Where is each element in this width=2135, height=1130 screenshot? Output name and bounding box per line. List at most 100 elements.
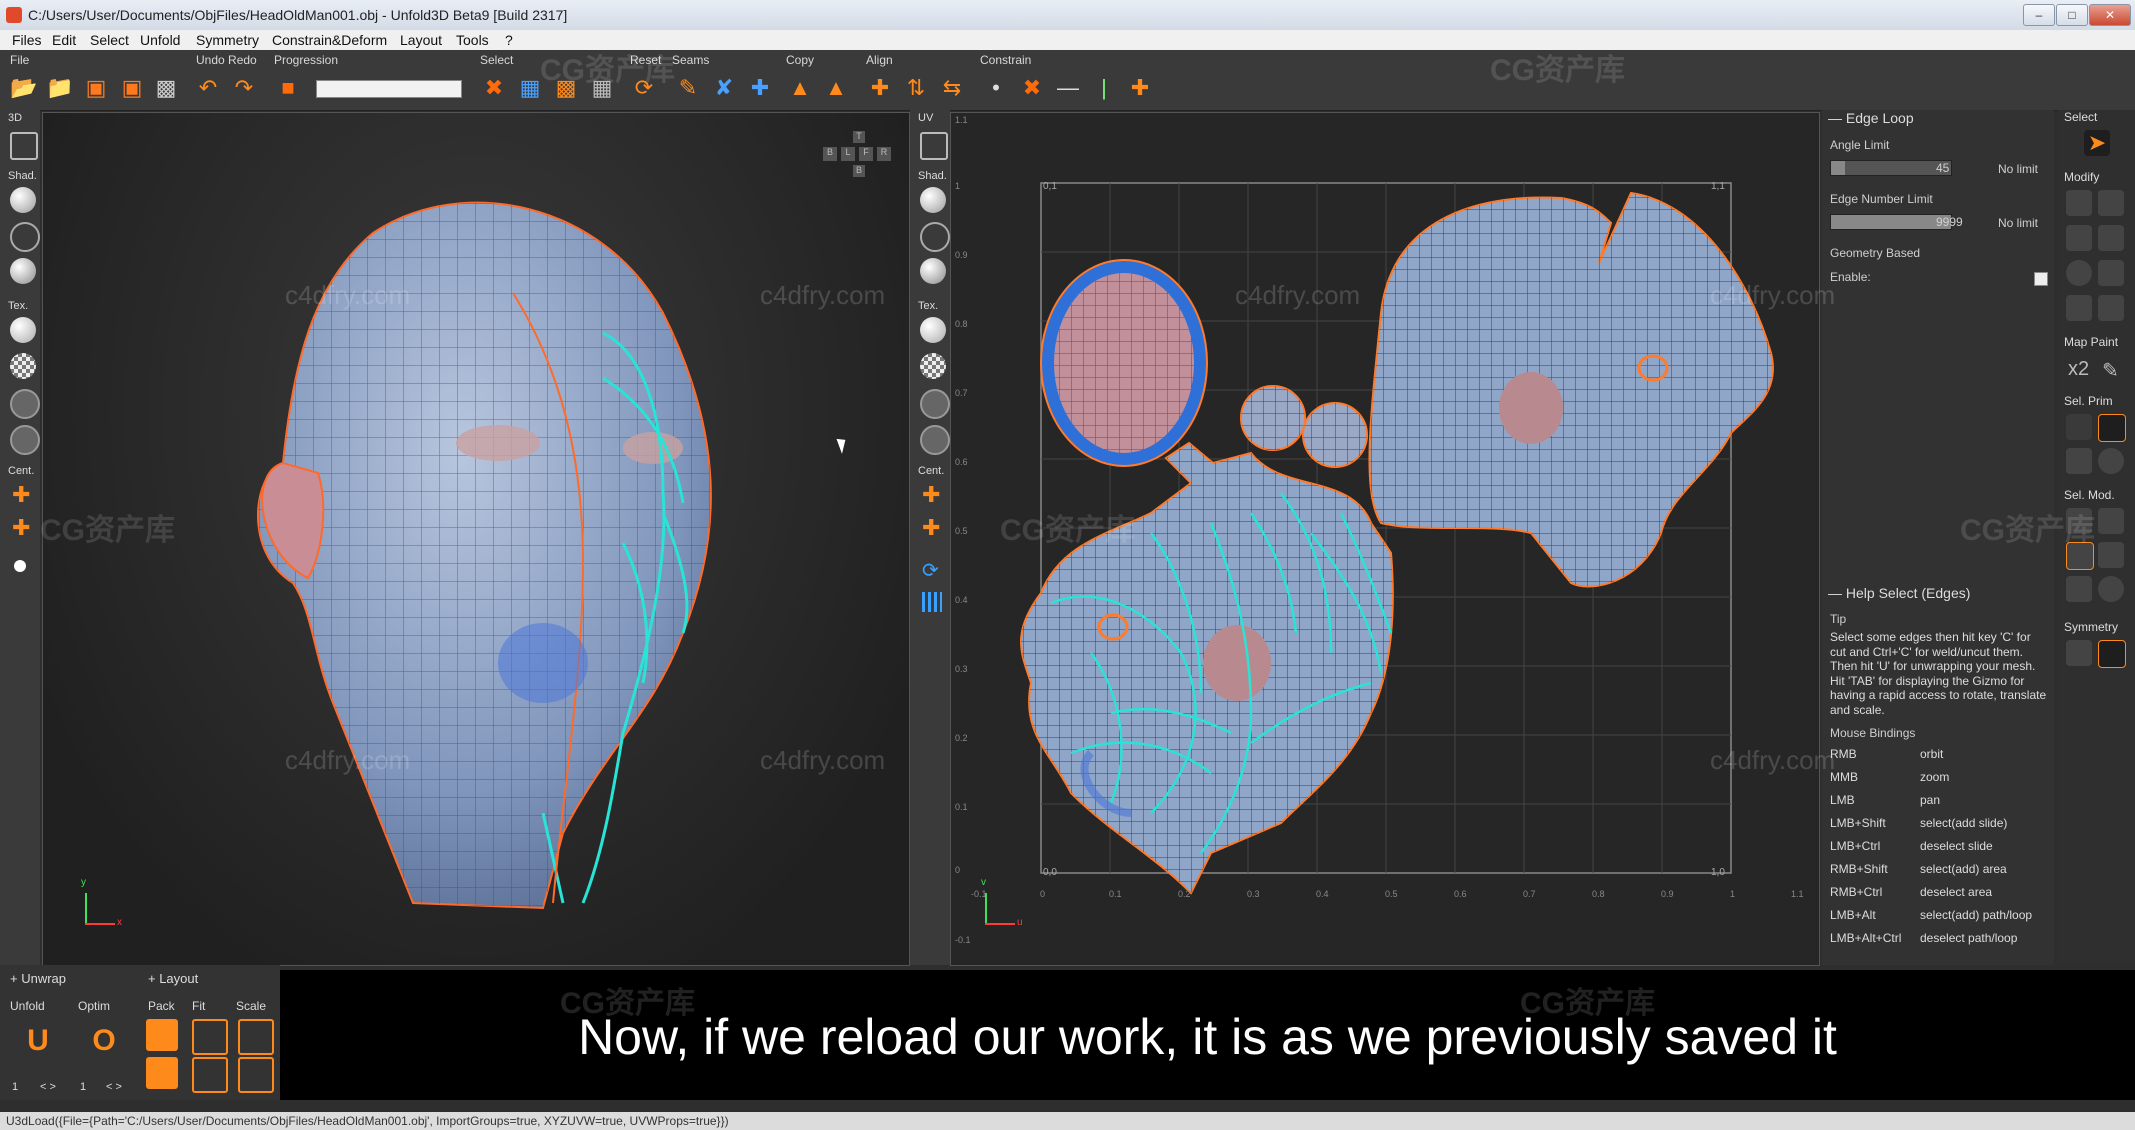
uv-texture-pattern-icon[interactable] xyxy=(920,389,950,419)
menu-symmetry[interactable]: Symmetry xyxy=(196,32,259,48)
unfold-iterations[interactable]: 1 xyxy=(12,1081,18,1093)
help-header[interactable]: — Help Select (Edges) xyxy=(1828,585,1970,601)
unfold-stepper[interactable]: < > xyxy=(40,1081,56,1093)
viewcube-front[interactable]: F xyxy=(859,147,873,161)
optimize-small-icon[interactable] xyxy=(2098,295,2124,321)
angle-nolimit-toggle[interactable]: No limit xyxy=(1998,162,2038,176)
viewcube[interactable]: T B L F R B xyxy=(823,131,895,187)
constrain-free-icon[interactable]: ✚ xyxy=(1124,72,1156,104)
redo-icon[interactable]: ↷ xyxy=(228,72,260,104)
sphere-icon[interactable] xyxy=(2066,260,2092,286)
enable-checkbox[interactable] xyxy=(2034,272,2048,286)
unfold-icon[interactable]: U xyxy=(22,1025,54,1057)
menu-tools[interactable]: Tools xyxy=(456,32,489,48)
cut-seam-icon[interactable]: ✎ xyxy=(672,72,704,104)
pack-icon[interactable] xyxy=(146,1019,178,1051)
move-icon[interactable] xyxy=(2066,190,2092,216)
shade-mixed-icon[interactable] xyxy=(10,258,36,284)
close-button[interactable]: ✕ xyxy=(2089,4,2131,26)
uv-shade-smooth-icon[interactable] xyxy=(920,187,946,213)
center-all-icon[interactable]: ✚ xyxy=(12,515,30,541)
select-lasso-icon[interactable] xyxy=(2098,508,2124,534)
texture-uv-icon[interactable] xyxy=(10,425,40,455)
save-icon[interactable]: ▣ xyxy=(80,72,112,104)
center-icon[interactable]: ✚ xyxy=(12,482,30,508)
viewcube-top[interactable]: T xyxy=(853,131,865,143)
rotate-icon[interactable] xyxy=(2098,190,2124,216)
vertex-mode-icon[interactable] xyxy=(2066,414,2092,440)
fit-icon[interactable] xyxy=(192,1019,228,1055)
frame-view-icon[interactable] xyxy=(10,132,38,160)
save-as-icon[interactable]: ▣ xyxy=(116,72,148,104)
island-mode-icon[interactable] xyxy=(2098,448,2124,474)
texture-plain-icon[interactable] xyxy=(10,317,36,343)
edge-loop-header[interactable]: — Edge Loop xyxy=(1828,110,1914,126)
fit-alt-icon[interactable] xyxy=(192,1057,228,1093)
light-icon[interactable] xyxy=(14,560,26,572)
select-grow-icon[interactable] xyxy=(2066,576,2092,602)
unfold-small-icon[interactable] xyxy=(2066,295,2092,321)
viewcube-left[interactable]: L xyxy=(841,147,855,161)
weld-seam-icon[interactable]: ✘ xyxy=(708,72,740,104)
uv-shade-mixed-icon[interactable] xyxy=(920,258,946,284)
menu-unfold[interactable]: Unfold xyxy=(140,32,180,48)
select-paint-icon[interactable] xyxy=(2098,542,2124,568)
constrain-v-icon[interactable]: | xyxy=(1088,72,1120,104)
pack-alt-icon[interactable] xyxy=(146,1057,178,1089)
minimize-button[interactable]: – xyxy=(2023,4,2055,26)
uv-shade-wire-icon[interactable] xyxy=(920,222,950,252)
align-vertical-icon[interactable]: ⇅ xyxy=(900,72,932,104)
viewcube-bottom[interactable]: B xyxy=(853,165,865,177)
layout-section-toggle[interactable]: + Layout xyxy=(148,971,198,986)
import-icon[interactable]: 📁 xyxy=(44,72,76,104)
uv-center-icon[interactable]: ✚ xyxy=(922,482,940,508)
uv-frame-icon[interactable] xyxy=(920,132,948,160)
face-mode-icon[interactable] xyxy=(2066,448,2092,474)
uv-texture-uv-icon[interactable] xyxy=(920,425,950,455)
x2-toggle[interactable]: x2 xyxy=(2068,358,2089,381)
menu-files[interactable]: Files xyxy=(12,32,42,48)
stop-icon[interactable]: ■ xyxy=(272,72,304,104)
scale-icon[interactable] xyxy=(2066,225,2092,251)
constrain-h-icon[interactable]: — xyxy=(1052,72,1084,104)
angle-limit-slider[interactable] xyxy=(1830,160,1952,176)
texture-checker-icon[interactable] xyxy=(10,353,36,379)
menu-edit[interactable]: Edit xyxy=(52,32,76,48)
menu-help[interactable]: ? xyxy=(505,32,513,48)
uv-texture-checker-icon[interactable] xyxy=(920,353,946,379)
texture-pattern-icon[interactable] xyxy=(10,389,40,419)
optim-stepper[interactable]: < > xyxy=(106,1081,122,1093)
edge-number-value[interactable]: 9999 xyxy=(1936,215,1963,229)
align-diag-icon[interactable]: ✚ xyxy=(864,72,896,104)
paste-icon[interactable]: ▲ xyxy=(820,72,852,104)
export-icon[interactable]: ▩ xyxy=(150,72,182,104)
edge-nolimit-toggle[interactable]: No limit xyxy=(1998,216,2038,230)
angle-limit-value[interactable]: 45 xyxy=(1936,161,1949,175)
unwrap-section-toggle[interactable]: + Unwrap xyxy=(10,971,66,986)
select-sphere-icon[interactable] xyxy=(2098,576,2124,602)
uv-center-all-icon[interactable]: ✚ xyxy=(922,515,940,541)
shade-wire-icon[interactable] xyxy=(10,222,40,252)
symmetry-add-icon[interactable] xyxy=(2098,640,2126,668)
grid-icon[interactable] xyxy=(2098,260,2124,286)
edge-mode-icon[interactable] xyxy=(2098,414,2126,442)
menu-layout[interactable]: Layout xyxy=(400,32,442,48)
uv-texture-plain-icon[interactable] xyxy=(920,317,946,343)
shade-smooth-icon[interactable] xyxy=(10,187,36,213)
copy-icon[interactable]: ▲ xyxy=(784,72,816,104)
edge-number-slider[interactable] xyxy=(1830,214,1952,230)
scale-icon-btn[interactable] xyxy=(238,1019,274,1055)
scale-alt-icon[interactable] xyxy=(238,1057,274,1093)
maximize-button[interactable]: □ xyxy=(2056,4,2088,26)
select-arrow-icon[interactable]: ➤ xyxy=(2084,130,2110,156)
uv-rotate-icon[interactable]: ⟳ xyxy=(922,558,939,583)
unpin-icon[interactable]: ✖ xyxy=(1016,72,1048,104)
pin-icon[interactable]: • xyxy=(980,72,1012,104)
loop-seam-icon[interactable]: ✚ xyxy=(744,72,776,104)
symmetry-toggle-icon[interactable] xyxy=(2066,640,2092,666)
viewcube-right[interactable]: R xyxy=(877,147,891,161)
open-folder-icon[interactable]: 📂 xyxy=(8,72,40,104)
viewcube-back[interactable]: B xyxy=(823,147,837,161)
undo-icon[interactable]: ↶ xyxy=(192,72,224,104)
align-horizontal-icon[interactable]: ⇆ xyxy=(936,72,968,104)
